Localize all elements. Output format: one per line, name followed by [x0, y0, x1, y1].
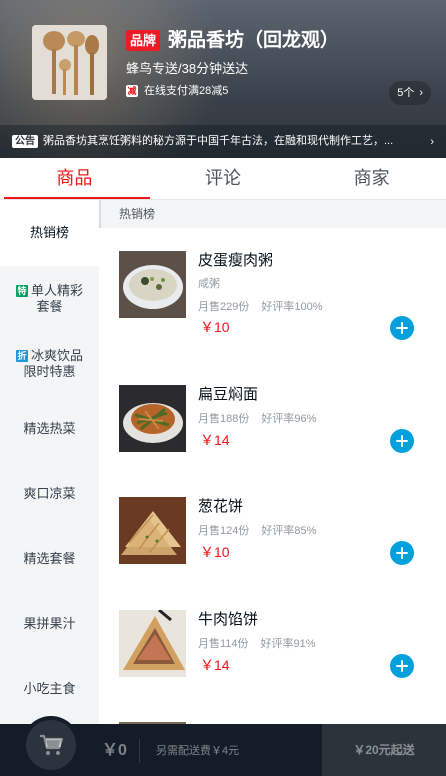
- support-count-label: 5个: [397, 87, 415, 99]
- food-price: ￥10: [200, 544, 230, 560]
- food-name: 牛肉馅饼: [198, 611, 259, 628]
- food-item[interactable]: 牛肉馅饼 月售114份 好评率91% ￥14: [99, 583, 446, 695]
- add-to-cart-button[interactable]: [390, 541, 414, 565]
- food-price: ￥10: [200, 319, 230, 335]
- cart-logo[interactable]: [26, 720, 76, 770]
- delivery-info: 蜂鸟专送/38分钟送达: [126, 61, 249, 76]
- food-name: 葱花饼: [198, 498, 244, 515]
- wooden-spoons-image: [32, 25, 107, 100]
- food-list: 热销榜 皮蛋瘦肉粥 咸粥 月售229份 好评率100% ￥10 扁豆焖面 月售1…: [99, 200, 446, 776]
- bulletin-text: 粥品香坊其烹饪粥料的秘方源于中国千年古法，在融和现代制作工艺，...: [43, 135, 394, 147]
- menu-item-label: 果拼果汁: [23, 615, 76, 631]
- food-description: 咸粥: [198, 278, 220, 290]
- food-stats: 月售124份 好评率85%: [198, 524, 316, 538]
- add-to-cart-button[interactable]: [390, 429, 414, 453]
- menu-item-snacks[interactable]: 小吃主食: [0, 656, 99, 721]
- shop-name: 粥品香坊（回龙观）: [168, 30, 340, 51]
- menu-item-text: 折冰爽饮品限时特惠: [10, 348, 89, 380]
- tab-bar: 商品 评论 商家: [0, 158, 446, 200]
- menu-item-label: 爽口凉菜: [23, 485, 76, 501]
- food-image: [119, 251, 186, 318]
- menu-item-hot-dishes[interactable]: 精选热菜: [0, 396, 99, 461]
- cart-total-price: ￥0: [102, 739, 140, 763]
- special-icon: 特: [15, 285, 28, 298]
- tab-goods[interactable]: 商品: [0, 158, 150, 199]
- support-count-button[interactable]: 5个 ›: [389, 81, 431, 105]
- discount-icon: 折: [15, 350, 28, 363]
- food-price: ￥14: [200, 432, 230, 448]
- food-rating: 好评率85%: [261, 525, 317, 537]
- food-stats: 月售229份 好评率100%: [198, 300, 323, 314]
- chevron-right-icon: ›: [430, 135, 434, 148]
- add-to-cart-button[interactable]: [390, 654, 414, 678]
- menu-item-set-meals[interactable]: 精选套餐: [0, 526, 99, 591]
- delivery-fee: 另需配送费￥4元: [156, 745, 240, 757]
- menu-item-label: 热销榜: [29, 225, 69, 240]
- menu-item-label: 单人精彩套餐: [30, 282, 83, 314]
- support-text: 在线支付满28减5: [144, 85, 229, 97]
- shopping-cart-icon: [40, 734, 63, 755]
- add-to-cart-button[interactable]: [390, 316, 414, 340]
- food-sell-count: 月售114份: [198, 638, 249, 650]
- menu-item-fruit[interactable]: 果拼果汁: [0, 591, 99, 656]
- beef-pie-image: [119, 610, 186, 677]
- food-rating: 好评率91%: [260, 638, 316, 650]
- menu-item-cold-dishes[interactable]: 爽口凉菜: [0, 461, 99, 526]
- food-sell-count: 月售124份: [198, 525, 250, 537]
- food-stats: 月售114份 好评率91%: [198, 637, 316, 651]
- tab-seller[interactable]: 商家: [297, 158, 446, 199]
- food-image: [119, 385, 186, 452]
- chevron-right-icon: ›: [419, 87, 423, 99]
- menu-item-label: 冰爽饮品限时特惠: [23, 347, 83, 379]
- food-item[interactable]: 扁豆焖面 月售188份 好评率96% ￥14: [99, 358, 446, 470]
- food-item[interactable]: 皮蛋瘦肉粥 咸粥 月售229份 好评率100% ￥10: [99, 228, 446, 358]
- food-rating: 好评率100%: [261, 301, 323, 313]
- tab-ratings[interactable]: 评论: [149, 158, 298, 199]
- food-stats: 月售188份 好评率96%: [198, 412, 316, 426]
- food-price: ￥14: [200, 657, 230, 673]
- food-image: [119, 610, 186, 677]
- decrease-icon: 减: [126, 85, 138, 97]
- congee-image: [119, 251, 186, 318]
- menu-item-label: 精选热菜: [23, 420, 76, 436]
- menu-item-label: 小吃主食: [23, 680, 76, 696]
- menu-item-hot[interactable]: 热销榜: [0, 200, 99, 266]
- bean-noodles-image: [119, 385, 186, 452]
- scallion-pancake-image: [119, 497, 186, 564]
- menu-item-drinks[interactable]: 折冰爽饮品限时特惠: [0, 331, 99, 396]
- food-sell-count: 月售229份: [198, 301, 250, 313]
- bulletin-bar[interactable]: 公告 粥品香坊其烹饪粥料的秘方源于中国千年古法，在融和现代制作工艺，... ›: [0, 125, 446, 158]
- seller-header: 品牌 粥品香坊（回龙观） 蜂鸟专送/38分钟送达 减 在线支付满28减5 5个 …: [0, 0, 446, 158]
- menu-item-label: 精选套餐: [23, 550, 76, 566]
- cart-logo-wrapper[interactable]: [22, 716, 80, 774]
- seller-avatar: [32, 25, 107, 100]
- brand-tag: 品牌: [126, 30, 161, 51]
- menu-item-text: 特单人精彩套餐: [10, 283, 89, 315]
- food-image: [119, 497, 186, 564]
- category-menu: 热销榜 特单人精彩套餐 折冰爽饮品限时特惠 精选热菜 爽口凉菜 精选套餐 果拼果…: [0, 200, 99, 776]
- food-item[interactable]: 葱花饼 月售124份 好评率85% ￥10: [99, 470, 446, 583]
- checkout-button[interactable]: ￥20元起送: [322, 724, 446, 776]
- food-rating: 好评率96%: [261, 413, 317, 425]
- menu-item-single-set[interactable]: 特单人精彩套餐: [0, 266, 99, 331]
- food-name: 扁豆焖面: [198, 386, 259, 403]
- shopcart-bar: ￥0 另需配送费￥4元 ￥20元起送: [0, 716, 446, 776]
- food-sell-count: 月售188份: [198, 413, 250, 425]
- bulletin-icon: 公告: [12, 135, 38, 148]
- section-title: 热销榜: [99, 200, 446, 228]
- food-name: 皮蛋瘦肉粥: [198, 252, 274, 269]
- support-row: 减 在线支付满28减5: [126, 83, 228, 99]
